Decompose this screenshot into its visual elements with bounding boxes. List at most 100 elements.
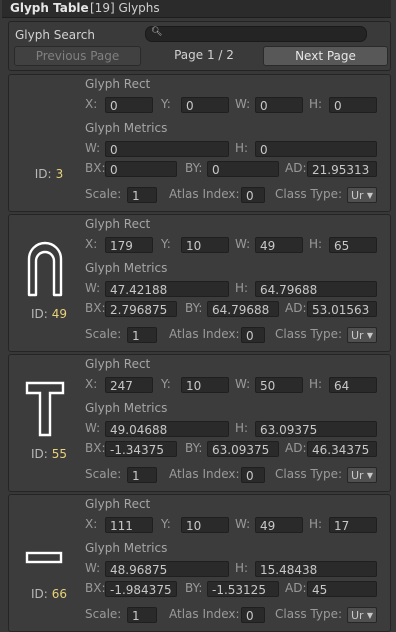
rect-x-label: X: [85, 237, 98, 251]
glyph-id-label: ID: [34, 167, 52, 181]
atlas-index-label: Atlas Index: [169, 327, 240, 341]
metrics-ad-label: AD: [285, 161, 307, 175]
metrics-w-field[interactable]: 49.04688 [105, 421, 229, 437]
metrics-h-field[interactable]: 64.79688 [255, 281, 377, 297]
rect-y-label: Y: [161, 377, 171, 391]
atlas-index-field[interactable]: 0 [241, 327, 265, 343]
class-type-dropdown[interactable]: Ur ▼ [347, 607, 377, 623]
rect-x-field[interactable]: 247 [105, 377, 153, 393]
class-type-dropdown[interactable]: Ur ▼ [347, 467, 377, 483]
class-type-label: Class Type: [275, 187, 342, 201]
chevron-down-icon: ▼ [366, 191, 373, 200]
search-panel: Glyph Search 🔍︎ Previous Page Page 1 / 2… [8, 21, 391, 71]
glyph-id-label: ID: [30, 447, 48, 461]
rect-x-field[interactable]: 0 [105, 97, 153, 113]
atlas-index-label: Atlas Index: [169, 187, 240, 201]
metrics-by-label: BY: [185, 441, 203, 455]
metrics-bx-field[interactable]: -1.984375 [105, 581, 177, 597]
metrics-by-field[interactable]: 0 [207, 161, 279, 177]
glyph-card: ID: 49 Glyph Rect X: 179 Y: 10 W: 49 H: 65 Glyph Me… [8, 214, 391, 352]
scale-field[interactable]: 1 [127, 327, 157, 343]
rect-h-field[interactable]: 65 [329, 237, 377, 253]
class-type-value: Ur [351, 329, 364, 342]
glyph-search-input[interactable]: 🔍︎ [145, 26, 367, 42]
rect-w-field[interactable]: 49 [255, 237, 303, 253]
glyph-card: ID: 3 Glyph Rect X: 0 Y: 0 W: 0 H: 0 Glyph Metrics W… [8, 74, 391, 212]
scale-field[interactable]: 1 [127, 467, 157, 483]
rect-w-field[interactable]: 49 [255, 517, 303, 533]
metrics-w-label: W: [85, 141, 101, 155]
rect-y-field[interactable]: 10 [181, 237, 229, 253]
scale-label: Scale: [85, 327, 122, 341]
glyph-preview [19, 373, 71, 443]
metrics-bx-field[interactable]: -1.34375 [105, 441, 177, 457]
rect-y-label: Y: [161, 237, 171, 251]
metrics-ad-field[interactable]: 46.34375 [307, 441, 377, 457]
metrics-ad-field[interactable]: 53.01563 [307, 301, 377, 317]
previous-page-button[interactable]: Previous Page [14, 46, 141, 66]
rect-h-label: H: [309, 517, 323, 531]
class-type-value: Ur [351, 469, 364, 482]
glyph-id-label: ID: [30, 587, 48, 601]
class-type-value: Ur [351, 189, 364, 202]
metrics-h-label: H: [235, 141, 249, 155]
metrics-by-field[interactable]: -1.53125 [207, 581, 279, 597]
glyph-search-label: Glyph Search [15, 28, 95, 42]
rect-w-field[interactable]: 0 [255, 97, 303, 113]
rect-h-label: H: [309, 97, 323, 111]
class-type-label: Class Type: [275, 327, 342, 341]
rect-h-field[interactable]: 17 [329, 517, 377, 533]
metrics-w-field[interactable]: 48.96875 [105, 561, 229, 577]
class-type-dropdown[interactable]: Ur ▼ [347, 187, 377, 203]
glyph-id-value: 3 [55, 167, 64, 181]
glyph-id: ID: 55 [23, 447, 75, 461]
glyph-table-title: Glyph Table [10, 1, 89, 15]
rect-h-field[interactable]: 64 [329, 377, 377, 393]
scale-label: Scale: [85, 187, 122, 201]
atlas-index-field[interactable]: 0 [241, 467, 265, 483]
atlas-index-field[interactable]: 0 [241, 187, 265, 203]
class-type-label: Class Type: [275, 607, 342, 621]
metrics-h-field[interactable]: 15.48438 [255, 561, 377, 577]
metrics-by-field[interactable]: 64.79688 [207, 301, 279, 317]
glyph-id-label: ID: [30, 307, 48, 321]
rect-h-field[interactable]: 0 [329, 97, 377, 113]
metrics-w-label: W: [85, 281, 101, 295]
glyph-preview [19, 513, 71, 583]
glyph-table-header[interactable]: Glyph Table [19] Glyphs [2, 0, 391, 18]
rect-w-field[interactable]: 50 [255, 377, 303, 393]
metrics-w-field[interactable]: 0 [105, 141, 229, 157]
glyph-metrics-heading: Glyph Metrics [85, 121, 168, 135]
page-indicator: Page 1 / 2 [174, 48, 234, 62]
metrics-w-field[interactable]: 47.42188 [105, 281, 229, 297]
class-type-dropdown[interactable]: Ur ▼ [347, 327, 377, 343]
metrics-ad-field[interactable]: 45 [307, 581, 377, 597]
metrics-h-field[interactable]: 0 [255, 141, 377, 157]
glyph-id: ID: 49 [23, 307, 75, 321]
metrics-h-field[interactable]: 63.09375 [255, 421, 377, 437]
scale-label: Scale: [85, 467, 122, 481]
glyph-rect-heading: Glyph Rect [85, 357, 151, 371]
metrics-bx-label: BX: [85, 581, 106, 595]
metrics-bx-label: BX: [85, 301, 106, 315]
rect-x-field[interactable]: 111 [105, 517, 153, 533]
metrics-ad-field[interactable]: 21.95313 [307, 161, 377, 177]
rect-y-field[interactable]: 10 [181, 517, 229, 533]
glyph-count: [19] Glyphs [90, 1, 160, 15]
chevron-down-icon: ▼ [366, 471, 373, 480]
metrics-w-label: W: [85, 561, 101, 575]
metrics-by-field[interactable]: 63.09375 [207, 441, 279, 457]
metrics-ad-label: AD: [285, 301, 307, 315]
rect-w-label: W: [235, 237, 251, 251]
atlas-index-field[interactable]: 0 [241, 607, 265, 623]
glyph-metrics-heading: Glyph Metrics [85, 541, 168, 555]
metrics-bx-field[interactable]: 0 [105, 161, 177, 177]
next-page-button[interactable]: Next Page [263, 46, 388, 66]
scale-field[interactable]: 1 [127, 187, 157, 203]
scale-field[interactable]: 1 [127, 607, 157, 623]
rect-y-field[interactable]: 10 [181, 377, 229, 393]
rect-y-field[interactable]: 0 [181, 97, 229, 113]
metrics-bx-field[interactable]: 2.796875 [105, 301, 177, 317]
rect-x-field[interactable]: 179 [105, 237, 153, 253]
rect-x-label: X: [85, 517, 98, 531]
